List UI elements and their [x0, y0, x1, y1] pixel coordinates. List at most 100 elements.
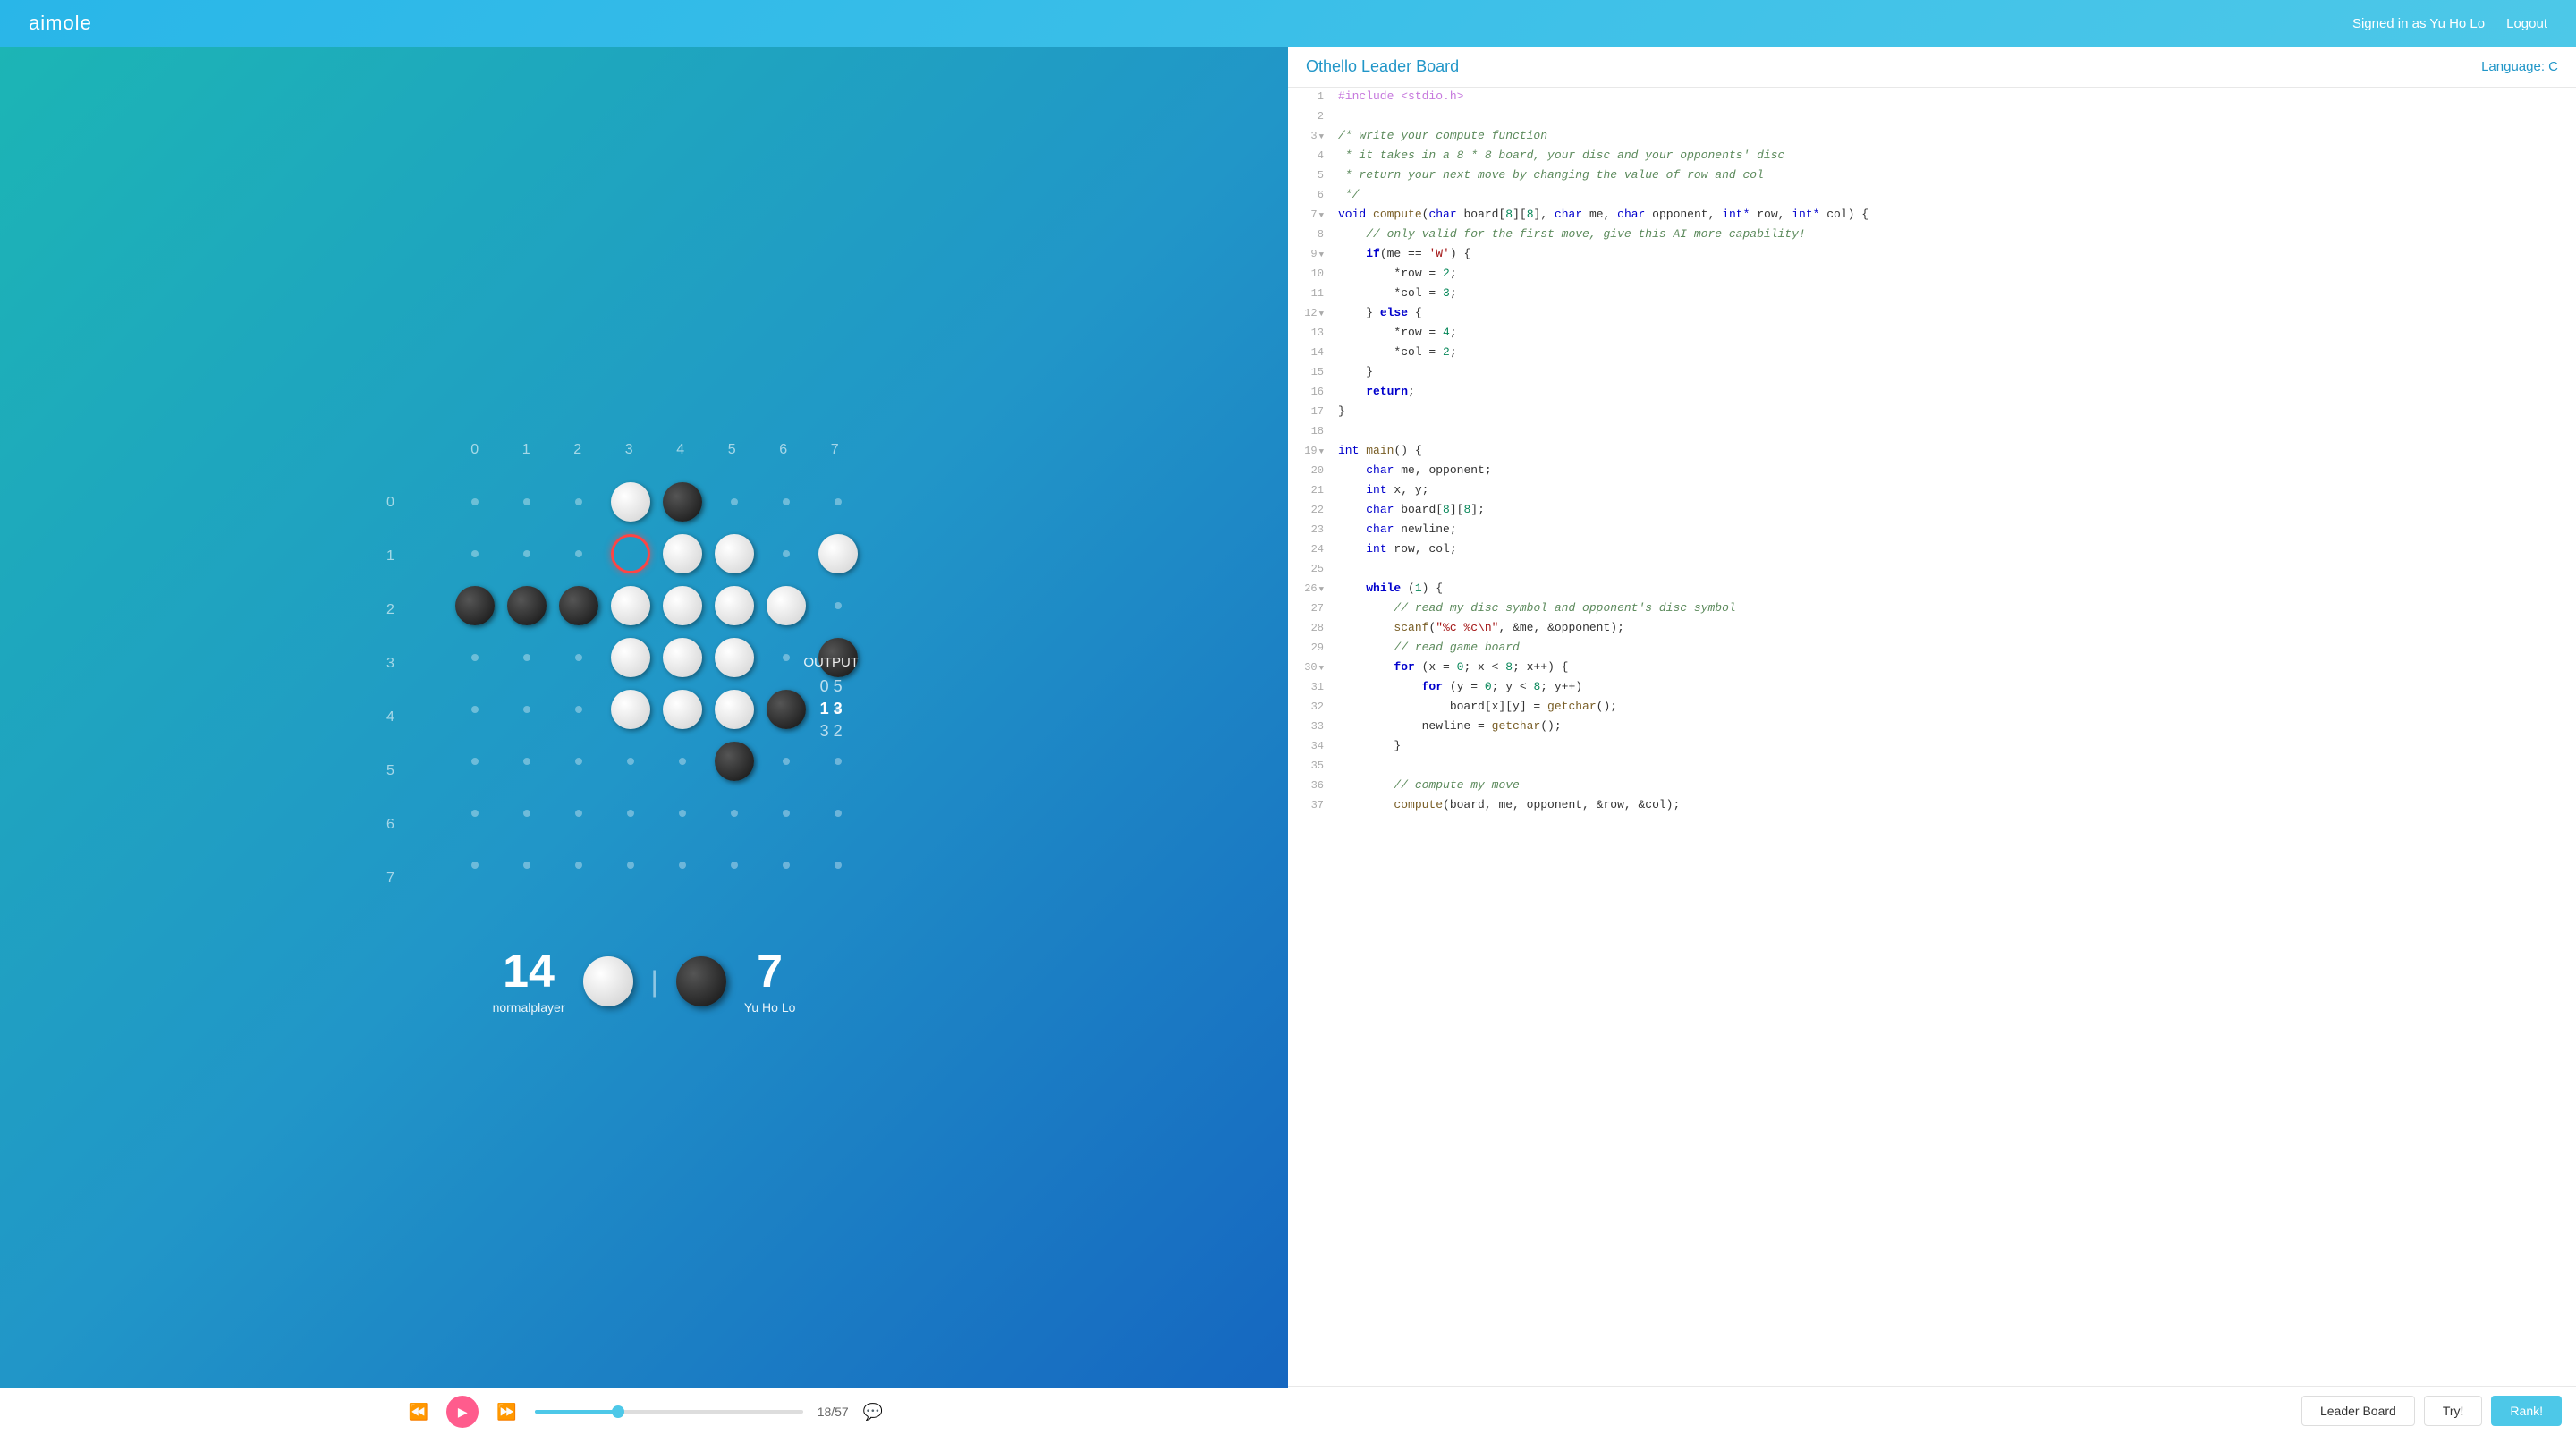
- col-label-6: 6: [760, 442, 807, 458]
- code-line-28: 28 scanf("%c %c\n", &me, &opponent);: [1288, 619, 2576, 639]
- code-header: Othello Leader Board Language: C: [1288, 47, 2576, 88]
- progress-handle[interactable]: [612, 1405, 624, 1418]
- cell-0-6[interactable]: [760, 476, 812, 528]
- player1-score-number: 14: [503, 948, 555, 995]
- code-line-20: 20 char me, opponent;: [1288, 462, 2576, 481]
- player2-name: Yu Ho Lo: [744, 1000, 796, 1015]
- play-button[interactable]: ▶: [446, 1396, 479, 1428]
- cell-2-7[interactable]: [812, 580, 864, 632]
- cell-6-0[interactable]: [449, 787, 501, 839]
- cell-4-4[interactable]: [657, 684, 708, 735]
- rank-button[interactable]: Rank!: [2491, 1396, 2562, 1426]
- leader-board-button[interactable]: Leader Board: [2301, 1396, 2415, 1426]
- col-label-7: 7: [811, 442, 858, 458]
- code-line-36: 36 // compute my move: [1288, 777, 2576, 796]
- code-line-10: 10 *row = 2;: [1288, 265, 2576, 284]
- code-line-11: 11 *col = 3;: [1288, 284, 2576, 304]
- progress-bar[interactable]: [535, 1410, 803, 1414]
- cell-5-4[interactable]: [657, 735, 708, 787]
- cell-4-5[interactable]: [708, 684, 760, 735]
- board-container: 0 1 2 3 4 5 6 7 0 1 2 3 4 5 6 7: [411, 467, 877, 932]
- progress-text: 18/57: [818, 1405, 849, 1419]
- try-button[interactable]: Try!: [2424, 1396, 2483, 1426]
- cell-0-7[interactable]: [812, 476, 864, 528]
- cell-2-2[interactable]: [553, 580, 605, 632]
- row-labels: 0 1 2 3 4 5 6 7: [386, 476, 394, 905]
- cell-0-4[interactable]: [657, 476, 708, 528]
- score-divider: |: [651, 965, 658, 998]
- cell-1-1[interactable]: [501, 528, 553, 580]
- cell-4-2[interactable]: [553, 684, 605, 735]
- output-line-3: 3 2: [803, 722, 859, 741]
- cell-6-1[interactable]: [501, 787, 553, 839]
- logout-button[interactable]: Logout: [2506, 16, 2547, 31]
- code-line-25: 25: [1288, 560, 2576, 580]
- cell-1-0[interactable]: [449, 528, 501, 580]
- cell-1-4[interactable]: [657, 528, 708, 580]
- cell-3-1[interactable]: [501, 632, 553, 684]
- code-line-30: 30 for (x = 0; x < 8; x++) {: [1288, 658, 2576, 678]
- cell-2-4[interactable]: [657, 580, 708, 632]
- player2-score-number: 7: [757, 948, 783, 995]
- cell-2-6[interactable]: [760, 580, 812, 632]
- cell-0-0[interactable]: [449, 476, 501, 528]
- cell-7-4[interactable]: [657, 839, 708, 891]
- progress-fill: [535, 1410, 618, 1414]
- language-label: Language: C: [2481, 59, 2558, 74]
- cell-3-3[interactable]: [605, 632, 657, 684]
- code-line-16: 16 return;: [1288, 383, 2576, 403]
- forward-button[interactable]: ⏩: [493, 1399, 520, 1425]
- cell-0-5[interactable]: [708, 476, 760, 528]
- row-label-4: 4: [386, 692, 394, 743]
- main-layout: 0 1 2 3 4 5 6 7 0 1 2 3 4 5 6 7: [0, 47, 2576, 1435]
- cell-0-2[interactable]: [553, 476, 605, 528]
- cell-4-3[interactable]: [605, 684, 657, 735]
- cell-5-2[interactable]: [553, 735, 605, 787]
- cell-2-0[interactable]: [449, 580, 501, 632]
- game-board[interactable]: [449, 476, 864, 891]
- cell-4-1[interactable]: [501, 684, 553, 735]
- cell-6-2[interactable]: [553, 787, 605, 839]
- cell-7-0[interactable]: [449, 839, 501, 891]
- code-line-31: 31 for (y = 0; y < 8; y++): [1288, 678, 2576, 698]
- row-label-7: 7: [386, 853, 394, 904]
- cell-1-3[interactable]: [605, 528, 657, 580]
- cell-1-5[interactable]: [708, 528, 760, 580]
- cell-3-0[interactable]: [449, 632, 501, 684]
- cell-0-3[interactable]: [605, 476, 657, 528]
- cell-6-6[interactable]: [760, 787, 812, 839]
- cell-5-1[interactable]: [501, 735, 553, 787]
- output-panel: OUTPUT 0 5 1 3 3 2: [803, 655, 859, 744]
- chat-icon[interactable]: 💬: [863, 1403, 883, 1422]
- cell-2-5[interactable]: [708, 580, 760, 632]
- cell-5-3[interactable]: [605, 735, 657, 787]
- cell-5-5[interactable]: [708, 735, 760, 787]
- row-label-5: 5: [386, 745, 394, 797]
- code-line-32: 32 board[x][y] = getchar();: [1288, 698, 2576, 718]
- cell-7-6[interactable]: [760, 839, 812, 891]
- cell-2-1[interactable]: [501, 580, 553, 632]
- rewind-button[interactable]: ⏪: [405, 1399, 432, 1425]
- cell-7-3[interactable]: [605, 839, 657, 891]
- cell-6-7[interactable]: [812, 787, 864, 839]
- code-content[interactable]: 1#include <stdio.h> 2 3/* write your com…: [1288, 88, 2576, 1386]
- cell-1-7[interactable]: [812, 528, 864, 580]
- cell-3-5[interactable]: [708, 632, 760, 684]
- cell-3-4[interactable]: [657, 632, 708, 684]
- cell-6-3[interactable]: [605, 787, 657, 839]
- cell-2-3[interactable]: [605, 580, 657, 632]
- header: aimole Signed in as Yu Ho Lo Logout: [0, 0, 2576, 47]
- cell-6-4[interactable]: [657, 787, 708, 839]
- cell-3-2[interactable]: [553, 632, 605, 684]
- cell-1-2[interactable]: [553, 528, 605, 580]
- cell-5-0[interactable]: [449, 735, 501, 787]
- cell-0-1[interactable]: [501, 476, 553, 528]
- cell-7-1[interactable]: [501, 839, 553, 891]
- cell-6-5[interactable]: [708, 787, 760, 839]
- cell-4-0[interactable]: [449, 684, 501, 735]
- cell-1-6[interactable]: [760, 528, 812, 580]
- code-line-17: 17}: [1288, 403, 2576, 422]
- cell-7-2[interactable]: [553, 839, 605, 891]
- cell-7-7[interactable]: [812, 839, 864, 891]
- cell-7-5[interactable]: [708, 839, 760, 891]
